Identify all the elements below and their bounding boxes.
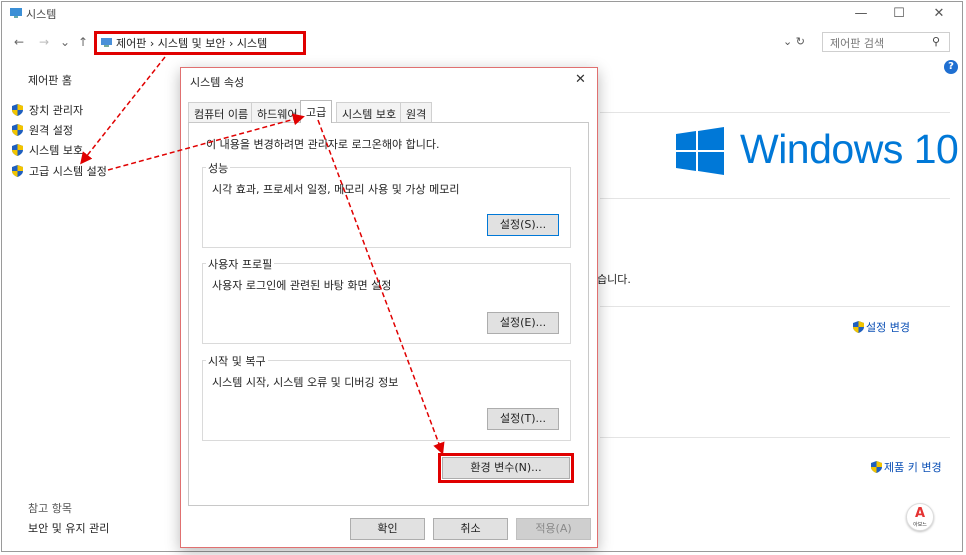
- apply-button[interactable]: 적용(A): [516, 518, 591, 540]
- control-panel-home-link[interactable]: 제어판 홈: [28, 72, 72, 88]
- admin-note: 이 내용을 변경하려면 관리자로 로그온해야 합니다.: [206, 138, 440, 151]
- minimize-button[interactable]: —: [851, 6, 871, 21]
- tab-system-protection[interactable]: 시스템 보호: [336, 102, 403, 122]
- shield-icon: [12, 104, 23, 116]
- environment-variables-button[interactable]: 환경 변수(N)...: [442, 457, 570, 479]
- performance-description: 시각 효과, 프로세서 일정, 메모리 사용 및 가상 메모리: [212, 183, 460, 196]
- divider: [600, 437, 950, 438]
- breadcrumb[interactable]: 제어판 › 시스템 및 보안 › 시스템: [116, 35, 267, 51]
- tab-computer-name[interactable]: 컴퓨터 이름: [188, 102, 255, 122]
- system-protection-link[interactable]: 시스템 보호: [12, 142, 83, 158]
- close-button[interactable]: ✕: [929, 6, 949, 21]
- recent-dropdown-icon[interactable]: ⌄: [60, 35, 70, 49]
- up-button[interactable]: ↑: [78, 35, 88, 49]
- cancel-button[interactable]: 취소: [433, 518, 508, 540]
- startup-recovery-settings-button[interactable]: 설정(T)...: [487, 408, 559, 430]
- partial-info-text: 습니다.: [597, 273, 631, 286]
- divider: [600, 112, 950, 113]
- search-placeholder: 제어판 검색: [830, 37, 885, 50]
- dialog-title: 시스템 속성: [190, 76, 245, 89]
- dialog-close-button[interactable]: ✕: [575, 72, 586, 87]
- shield-icon: [12, 124, 23, 136]
- shield-icon: [853, 321, 864, 333]
- advanced-system-settings-link[interactable]: 고급 시스템 설정: [12, 163, 107, 179]
- forward-button[interactable]: →: [39, 35, 49, 49]
- device-manager-link[interactable]: 장치 관리자: [12, 102, 83, 118]
- startup-recovery-description: 시스템 시작, 시스템 오류 및 디버깅 정보: [212, 376, 399, 389]
- refresh-button[interactable]: ⌄ ↻: [783, 35, 805, 48]
- maximize-button[interactable]: ☐: [889, 6, 909, 21]
- brand-letter: A: [914, 506, 926, 521]
- performance-group-title: 성능: [206, 160, 231, 176]
- change-settings-label: 설정 변경: [866, 321, 910, 334]
- tab-hardware[interactable]: 하드웨어: [251, 102, 304, 122]
- window-title: 시스템: [26, 8, 57, 21]
- user-profiles-description: 사용자 로그인에 관련된 바탕 화면 설정: [212, 279, 392, 292]
- windows-10-logo-text: Windows 10: [740, 126, 959, 172]
- performance-settings-button[interactable]: 설정(S)...: [487, 214, 559, 236]
- windows-logo-icon: [676, 127, 724, 175]
- divider: [600, 306, 950, 307]
- brand-name: 아보느: [913, 522, 927, 528]
- divider: [600, 198, 950, 199]
- left-item-label: 고급 시스템 설정: [29, 165, 107, 178]
- security-maintenance-link[interactable]: 보안 및 유지 관리: [28, 520, 109, 536]
- change-product-key-link[interactable]: 제품 키 변경: [871, 459, 942, 475]
- left-item-label: 원격 설정: [29, 124, 73, 137]
- change-product-key-label: 제품 키 변경: [884, 461, 942, 474]
- brand-badge: A 아보느: [906, 503, 934, 531]
- startup-recovery-group-title: 시작 및 복구: [206, 353, 268, 369]
- system-icon: [10, 8, 22, 18]
- see-also-title: 참고 항목: [28, 502, 72, 515]
- shield-icon: [12, 165, 23, 177]
- control-panel-icon: [101, 38, 112, 47]
- user-profiles-settings-button[interactable]: 설정(E)...: [487, 312, 559, 334]
- remote-settings-link[interactable]: 원격 설정: [12, 122, 73, 138]
- left-item-label: 장치 관리자: [29, 104, 84, 117]
- back-button[interactable]: ←: [14, 35, 24, 49]
- tab-advanced[interactable]: 고급: [300, 100, 333, 123]
- tab-remote[interactable]: 원격: [400, 102, 433, 122]
- ok-button[interactable]: 확인: [350, 518, 425, 540]
- user-profiles-group-title: 사용자 프로필: [206, 256, 275, 272]
- help-icon[interactable]: ?: [944, 60, 958, 74]
- shield-icon: [12, 144, 23, 156]
- shield-icon: [871, 461, 882, 473]
- search-icon[interactable]: ⚲: [932, 35, 940, 48]
- left-item-label: 시스템 보호: [29, 144, 84, 157]
- change-settings-link[interactable]: 설정 변경: [853, 319, 910, 335]
